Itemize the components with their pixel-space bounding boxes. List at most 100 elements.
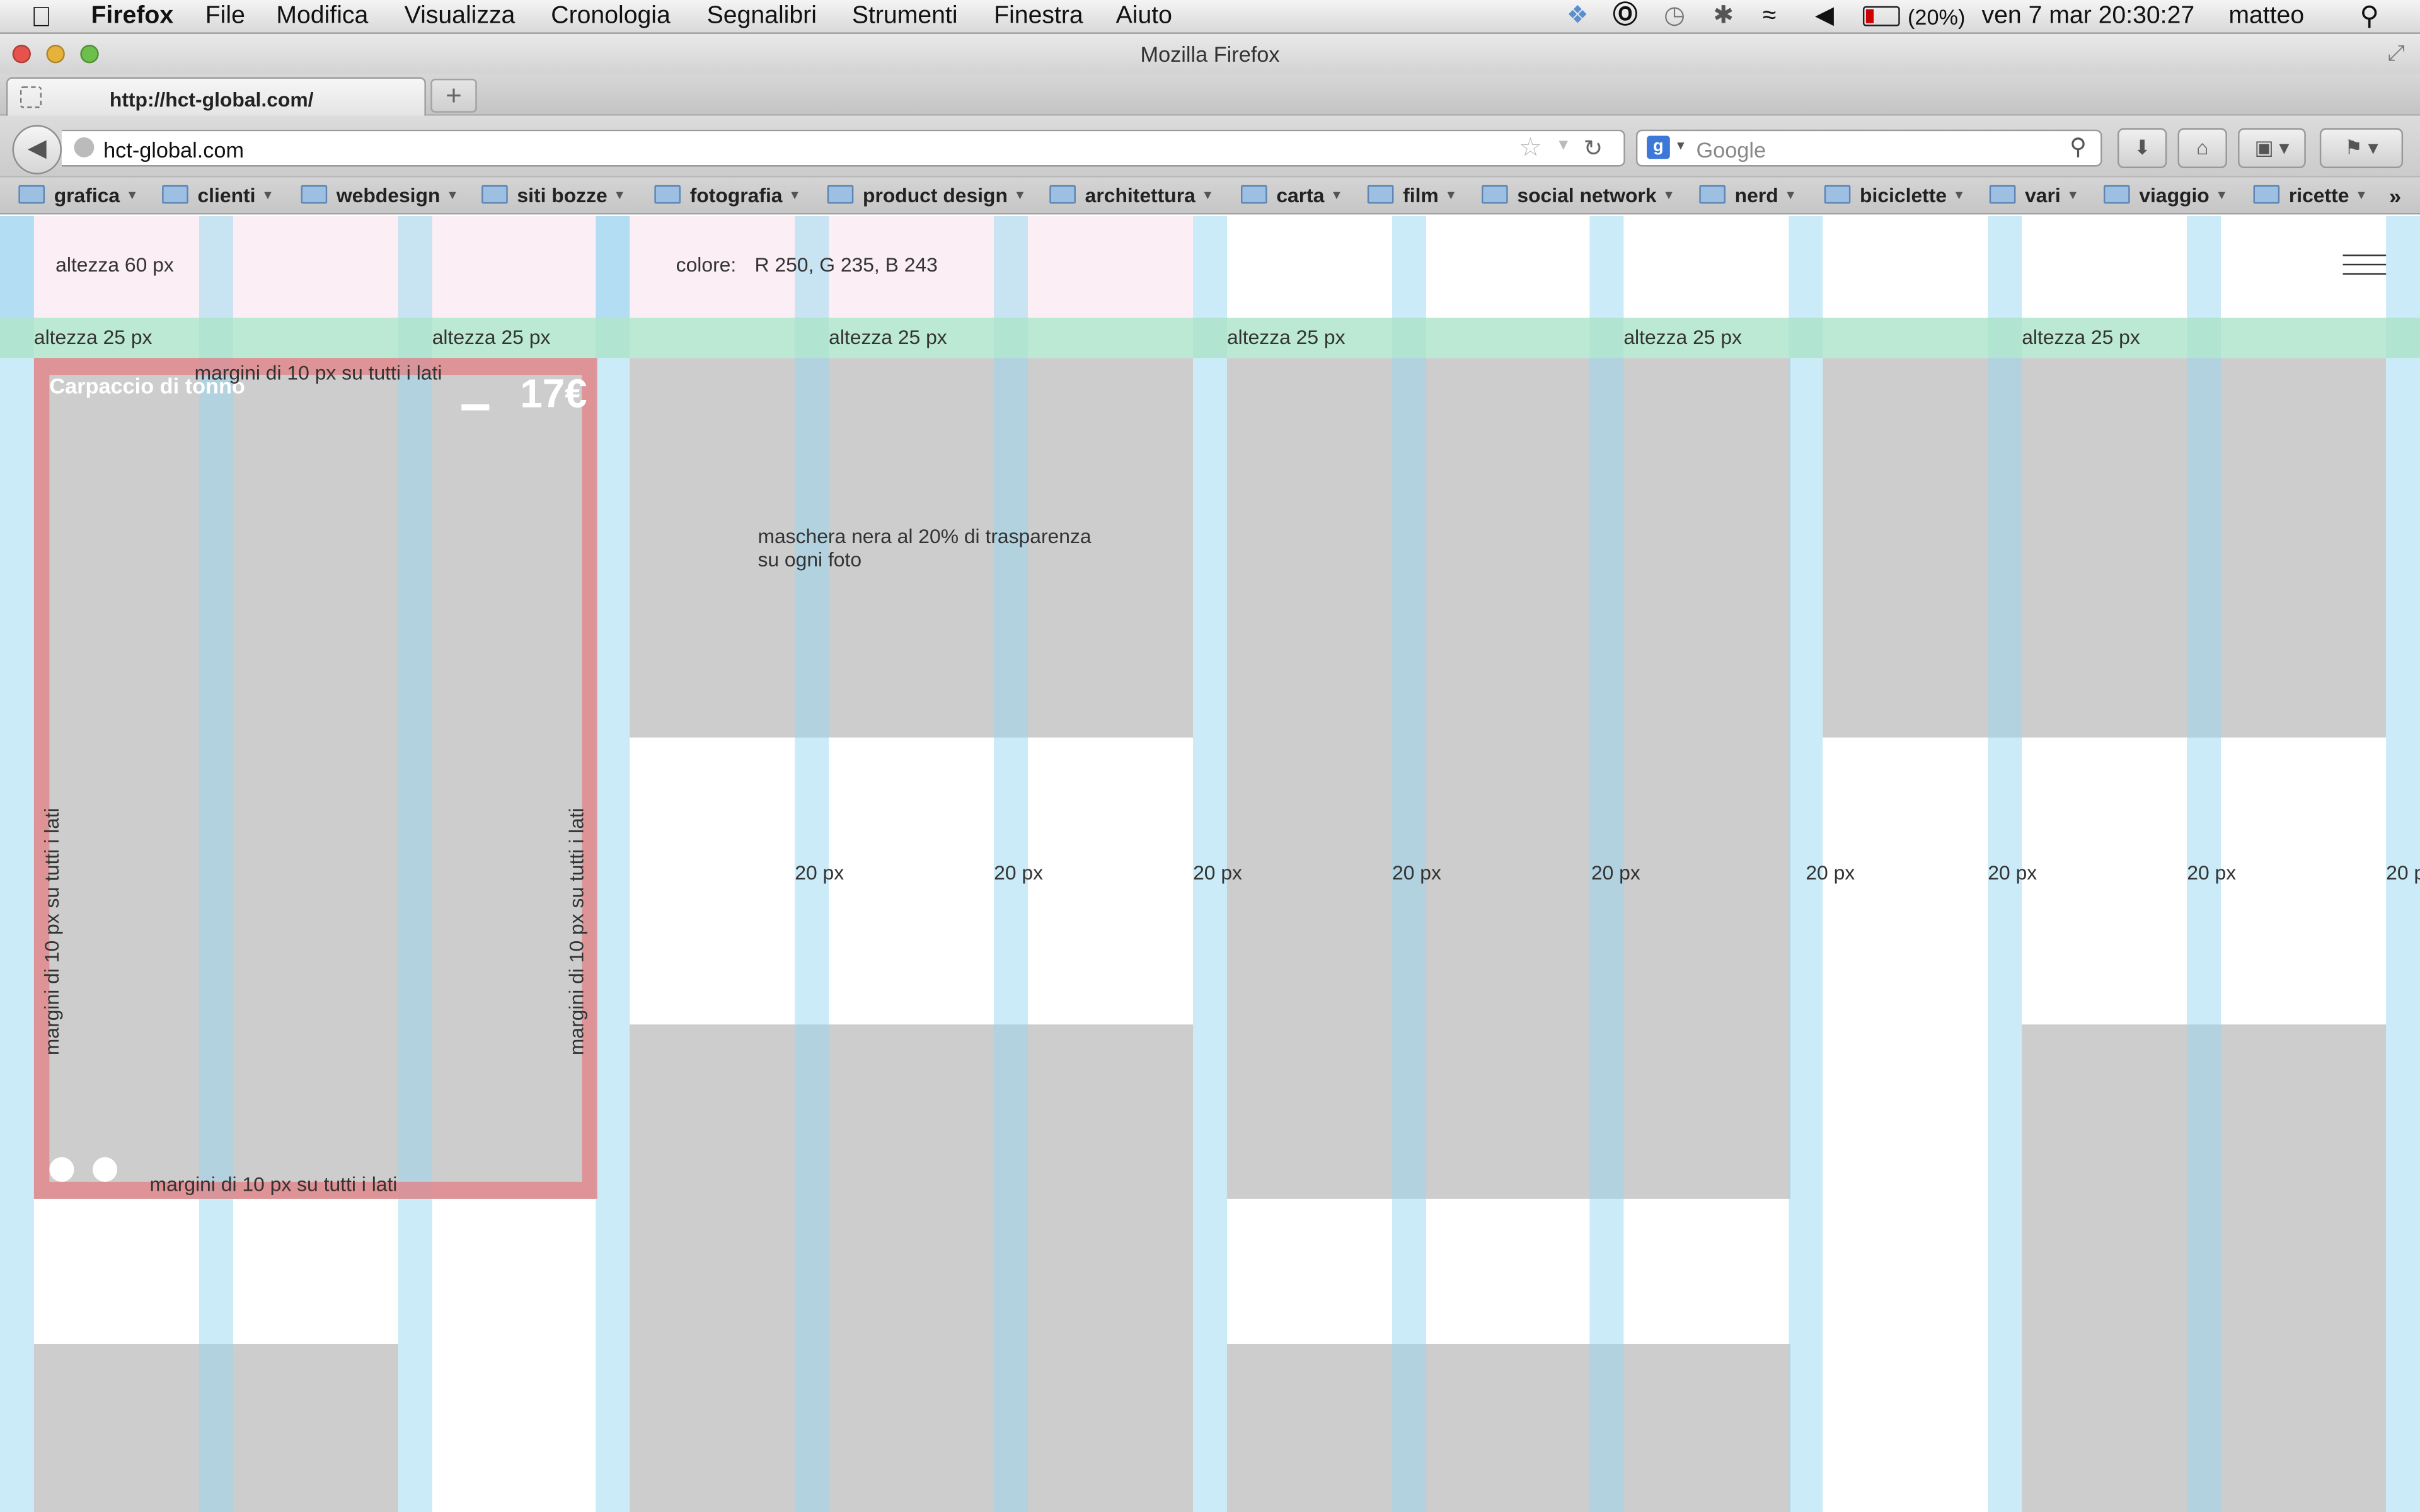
bookmark-folder[interactable]: viaggio ▼ <box>2103 183 2228 208</box>
bluetooth-icon[interactable]: ✱ <box>1713 1 1734 32</box>
bookmark-folder[interactable]: product design ▼ <box>827 183 1026 208</box>
chevron-down-icon: ▼ <box>1952 188 1966 202</box>
menu-aiuto[interactable]: Aiuto <box>1116 1 1172 32</box>
wifi-icon[interactable]: ≈ <box>1763 1 1777 32</box>
bookmark-folder[interactable]: clienti ▼ <box>162 183 274 208</box>
bookmark-folder[interactable]: nerd ▼ <box>1699 183 1797 208</box>
chevron-down-icon: ▼ <box>613 188 626 202</box>
chevron-down-icon: ▼ <box>1662 188 1675 202</box>
apple-icon[interactable]:  <box>31 1 52 32</box>
bookmark-folder[interactable]: grafica ▼ <box>18 183 138 208</box>
new-tab-button[interactable]: + <box>430 78 477 113</box>
menu-segnalibri[interactable]: Segnalibri <box>707 1 817 32</box>
tab-active[interactable]: http://hct-global.com/ <box>6 77 426 118</box>
home-icon: ⌂ <box>2196 135 2209 159</box>
download-arrow-icon: ⬇ <box>2133 135 2151 159</box>
user-name[interactable]: matteo <box>2228 1 2304 32</box>
folder-icon <box>18 185 45 204</box>
bookmark-folder[interactable]: biciclette ▼ <box>1824 183 1966 208</box>
carousel-dot[interactable] <box>92 1157 118 1182</box>
gutter-width-label: 20 px <box>1806 861 1855 885</box>
folder-icon <box>1699 185 1726 204</box>
bookmark-folder[interactable]: webdesign ▼ <box>301 183 459 208</box>
bookmark-folder[interactable]: siti bozze ▼ <box>481 183 626 208</box>
bookmark-folder[interactable]: carta ▼ <box>1240 183 1343 208</box>
bookmark-folder[interactable]: film ▼ <box>1367 183 1457 208</box>
mask-note-line2: su ogni foto <box>758 547 862 571</box>
band-height-label: altezza 25 px <box>829 325 947 349</box>
photo-block[interactable] <box>1226 1344 1790 1512</box>
extension-icon: ⚑ ▾ <box>2344 135 2378 159</box>
reload-icon[interactable]: ↻ <box>1584 134 1603 163</box>
bookmarks-overflow-icon[interactable]: » <box>2389 183 2401 208</box>
chevron-down-icon: ▼ <box>1330 188 1343 202</box>
menu-visualizza[interactable]: Visualizza <box>405 1 516 32</box>
google-engine-icon[interactable]: g <box>1647 135 1670 159</box>
bookmark-folder[interactable]: social network ▼ <box>1482 183 1675 208</box>
menu-cronologia[interactable]: Cronologia <box>551 1 671 32</box>
battery-icon[interactable] <box>1862 6 1900 26</box>
band-height-label: altezza 25 px <box>1226 325 1345 349</box>
bookmark-label: biciclette <box>1860 183 1947 207</box>
bookmark-label: viaggio <box>2139 183 2210 207</box>
search-magnifier-icon[interactable]: ⚲ <box>2070 133 2087 161</box>
window-titlebar: Mozilla Firefox ⤢ <box>0 33 2420 74</box>
photo-block[interactable] <box>1823 358 2387 738</box>
photo-block[interactable] <box>1226 358 1790 1199</box>
chevron-down-icon: ▼ <box>788 188 801 202</box>
url-dropdown-icon[interactable]: ▼ <box>1556 137 1571 154</box>
band-height-label: altezza 25 px <box>33 325 153 349</box>
engine-dropdown-icon[interactable]: ▼ <box>1674 139 1686 152</box>
dropbox-icon[interactable]: ❖ <box>1567 1 1589 32</box>
volume-icon[interactable]: ◀ <box>1815 1 1834 32</box>
site-identity-icon[interactable] <box>74 137 95 158</box>
carousel-dot[interactable] <box>49 1157 74 1182</box>
hamburger-menu-icon[interactable] <box>2342 255 2387 279</box>
downloads-button[interactable]: ⬇ <box>2118 128 2167 168</box>
bookmark-label: ricette <box>2288 183 2349 207</box>
folder-icon <box>1240 185 1267 204</box>
card-dash <box>461 404 490 411</box>
clipboard-icon[interactable]: Ⓞ <box>1613 1 1637 32</box>
bookmark-folder[interactable]: ricette ▼ <box>2253 183 2368 208</box>
bookmark-label: siti bozze <box>517 183 608 207</box>
folder-icon <box>1824 185 1851 204</box>
back-button[interactable]: ◀ <box>12 125 62 175</box>
clock[interactable]: ven 7 mar 20:30:27 <box>1982 1 2195 32</box>
search-input[interactable]: Google <box>1696 137 1766 162</box>
url-bar[interactable]: hct-global.com ☆ ▼ ↻ <box>61 129 1625 167</box>
fullscreen-icon[interactable]: ⤢ <box>2388 40 2405 67</box>
gutter-width-label: 20 px <box>1988 861 2037 885</box>
bookmark-label: social network <box>1517 183 1657 207</box>
chevron-down-icon: ▼ <box>2215 188 2228 202</box>
extension-menu-button[interactable]: ⚑ ▾ <box>2319 128 2404 168</box>
color-value: R 250, G 235, B 243 <box>754 253 938 277</box>
bookmark-star-icon[interactable]: ☆ <box>1519 133 1542 164</box>
bookmark-label: vari <box>2025 183 2061 207</box>
home-button[interactable]: ⌂ <box>2177 128 2227 168</box>
photo-block[interactable] <box>630 1024 1194 1512</box>
bookmark-label: architettura <box>1085 183 1196 207</box>
bookmark-folder[interactable]: vari ▼ <box>1989 183 2079 208</box>
menu-modifica[interactable]: Modifica <box>276 1 368 32</box>
bookmark-label: product design <box>862 183 1008 207</box>
plus-icon: + <box>446 80 462 112</box>
spotlight-search-icon[interactable]: ⚲ <box>2360 1 2379 32</box>
folder-icon <box>481 185 508 204</box>
addon-button[interactable]: ▣ ▾ <box>2238 128 2306 168</box>
chevron-down-icon: ▼ <box>2355 188 2368 202</box>
menu-file[interactable]: File <box>205 1 245 32</box>
bookmark-label: nerd <box>1734 183 1778 207</box>
menu-finestra[interactable]: Finestra <box>994 1 1083 32</box>
bookmark-folder[interactable]: fotografia ▼ <box>654 183 801 208</box>
search-bar[interactable]: g ▼ Google ⚲ <box>1635 129 2102 167</box>
bookmarks-toolbar: grafica ▼ clienti ▼ webdesign ▼ siti bozze ▼… <box>0 177 2420 215</box>
chevron-down-icon: ▼ <box>1784 188 1797 202</box>
menu-app-firefox[interactable]: Firefox <box>91 1 173 32</box>
bookmark-folder[interactable]: architettura ▼ <box>1049 183 1214 208</box>
gutter-width-label: 20 px <box>2187 861 2237 885</box>
menu-strumenti[interactable]: Strumenti <box>852 1 958 32</box>
battery-percent: (20%) <box>1907 4 1966 30</box>
time-machine-icon[interactable]: ◷ <box>1664 1 1685 32</box>
margin-label-top: margini di 10 px su tutti i lati <box>194 361 442 384</box>
